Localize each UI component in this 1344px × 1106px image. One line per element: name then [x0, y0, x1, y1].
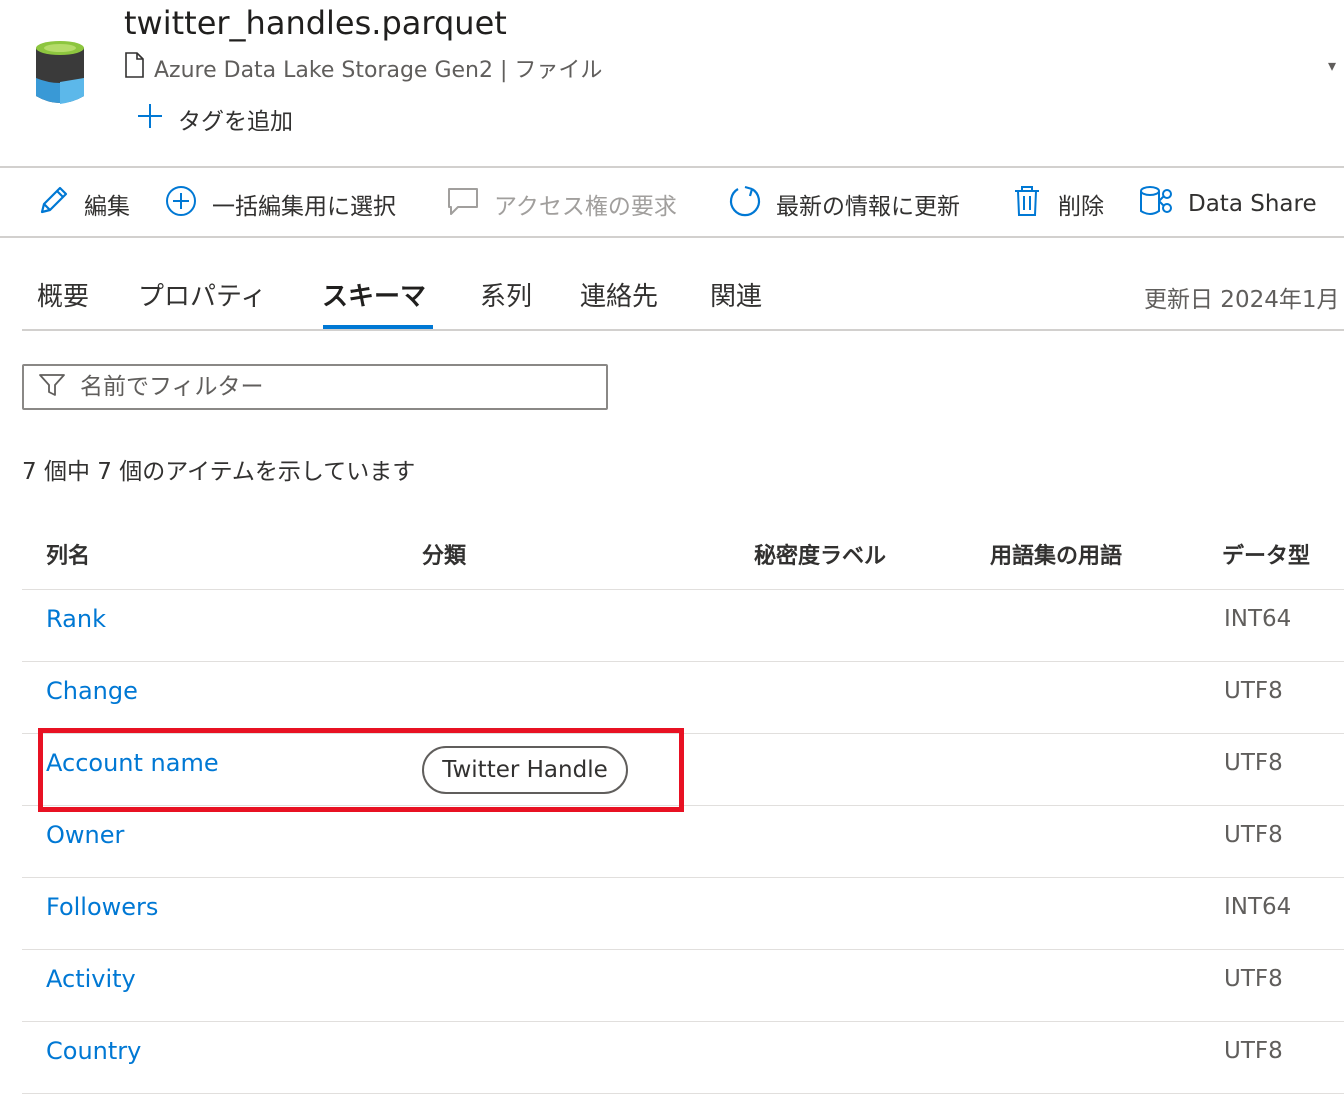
- file-icon: [124, 52, 144, 84]
- add-tag-label: タグを追加: [178, 109, 293, 135]
- filter-box: [22, 364, 608, 410]
- updated-date: 更新日 2024年1月: [1144, 287, 1340, 313]
- data-type-cell: UTF8: [1224, 822, 1283, 848]
- bulk-select-label: 一括編集用に選択: [212, 194, 396, 220]
- bulk-select-button[interactable]: 一括編集用に選択: [164, 168, 396, 240]
- tab-related[interactable]: 関連: [710, 276, 762, 313]
- column-header-classification[interactable]: 分類: [422, 538, 466, 570]
- data-lake-logo-icon: [30, 38, 90, 112]
- data-type-cell: UTF8: [1224, 966, 1283, 992]
- row-divider: [22, 949, 1344, 950]
- plus-icon: [136, 102, 164, 136]
- asset-subtitle: Azure Data Lake Storage Gen2 | ファイル: [124, 52, 602, 84]
- data-share-label: Data Share: [1188, 191, 1317, 217]
- filter-by-name-input[interactable]: [80, 374, 580, 400]
- table-divider: [22, 589, 1344, 590]
- column-name-link[interactable]: Rank: [46, 605, 106, 633]
- column-name-link[interactable]: Country: [46, 1037, 141, 1065]
- edit-label: 編集: [84, 194, 130, 220]
- tab-lineage[interactable]: 系列: [480, 276, 532, 313]
- refresh-label: 最新の情報に更新: [776, 194, 960, 220]
- column-header-name[interactable]: 列名: [46, 538, 90, 570]
- data-share-icon: [1138, 184, 1174, 224]
- tab-properties[interactable]: プロパティ: [138, 276, 266, 313]
- column-header-data-type[interactable]: データ型: [1222, 538, 1310, 570]
- refresh-button[interactable]: 最新の情報に更新: [728, 168, 960, 240]
- asset-type-text: Azure Data Lake Storage Gen2 | ファイル: [154, 58, 603, 83]
- delete-label: 削除: [1058, 194, 1104, 220]
- data-type-cell: INT64: [1224, 606, 1292, 632]
- add-circle-icon: [164, 184, 198, 224]
- comment-icon: [446, 184, 480, 224]
- row-divider: [22, 877, 1344, 878]
- data-type-cell: UTF8: [1224, 678, 1283, 704]
- column-name-link[interactable]: Activity: [46, 965, 136, 993]
- trash-icon: [1010, 184, 1044, 224]
- request-access-button[interactable]: アクセス権の要求: [446, 168, 677, 240]
- row-divider: [22, 661, 1344, 662]
- column-name-link[interactable]: Change: [46, 677, 138, 705]
- page-title: twitter_handles.parquet: [124, 4, 507, 42]
- row-divider: [22, 1093, 1344, 1094]
- tabs-divider: [22, 329, 1344, 331]
- item-count-text: 7 個中 7 個のアイテムを示しています: [22, 459, 416, 485]
- delete-button[interactable]: 削除: [1010, 168, 1104, 240]
- add-tag-button[interactable]: タグを追加: [136, 102, 293, 136]
- tab-overview[interactable]: 概要: [37, 276, 89, 313]
- filter-icon: [38, 372, 66, 402]
- command-bar: 編集 一括編集用に選択 アクセス権の要求 最新の情報に更新 削除 Data Sh…: [0, 166, 1344, 238]
- column-name-link[interactable]: Owner: [46, 821, 124, 849]
- column-header-glossary-terms[interactable]: 用語集の用語: [990, 538, 1122, 570]
- request-access-label: アクセス権の要求: [494, 194, 677, 220]
- column-name-link[interactable]: Followers: [46, 893, 158, 921]
- data-share-button[interactable]: Data Share: [1138, 168, 1317, 240]
- data-type-cell: UTF8: [1224, 1038, 1283, 1064]
- data-type-cell: INT64: [1224, 894, 1292, 920]
- edit-button[interactable]: 編集: [36, 168, 130, 240]
- highlight-box: [38, 728, 684, 812]
- data-type-cell: UTF8: [1224, 750, 1283, 776]
- chevron-down-icon[interactable]: ▾: [1328, 56, 1336, 75]
- pencil-icon: [36, 184, 70, 224]
- tab-contacts[interactable]: 連絡先: [580, 276, 658, 313]
- row-divider: [22, 1021, 1344, 1022]
- column-header-sensitivity-label[interactable]: 秘密度ラベル: [754, 538, 886, 570]
- tab-schema[interactable]: スキーマ: [322, 276, 426, 313]
- refresh-icon: [728, 184, 762, 224]
